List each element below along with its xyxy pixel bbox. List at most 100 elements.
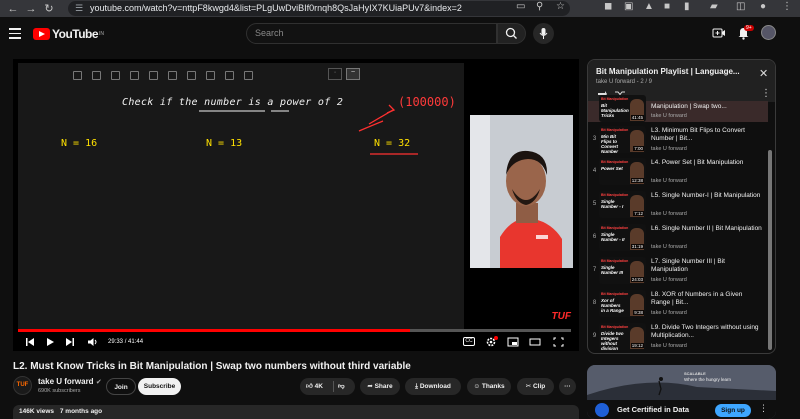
playlist-item-title: L3. Minimum Bit Flips to Convert Number … [651, 127, 745, 142]
playlist-thumbnail: Bit Manipulation Single Number - I 7:12 [599, 191, 646, 218]
zoom-icon[interactable]: ⚲ [536, 1, 543, 12]
video-player[interactable]: · ~ Check if the number is a power of 2 … [13, 59, 579, 351]
playlist-item[interactable]: 5 Bit Manipulation Single Number - I 7:1… [588, 189, 768, 222]
thumb-duration: 7:00 [633, 146, 644, 151]
thumb-caption: Single Number - II [601, 232, 625, 242]
board-heading: Check if the number is a power of 2 [122, 97, 344, 108]
player-controls: 29:33 / 41:44 CC [13, 335, 579, 351]
profile-avatar-icon[interactable]: ● [760, 1, 766, 12]
sidepanel-icon[interactable]: ◫ [736, 1, 745, 12]
playlist-item-channel: take U forward [651, 343, 687, 349]
tuf-watermark: TUF [551, 311, 571, 322]
image-insert-icon [187, 71, 196, 80]
thanks-icon: ☺ [473, 383, 481, 390]
playlist-item[interactable]: 7 Bit Manipulation Single Number III 24:… [588, 255, 768, 288]
install-app-icon[interactable]: ▭ [516, 1, 525, 12]
playlist-panel: Bit Manipulation Playlist | Language... … [587, 59, 776, 354]
playlist-item[interactable]: 4 Bit Manipulation Power Set 12:38 L4. P… [588, 156, 768, 189]
playlist-title[interactable]: Bit Manipulation Playlist | Language... [596, 67, 752, 76]
captions-icon[interactable]: CC [463, 337, 475, 346]
playlist-more-icon[interactable]: ⋮ [761, 88, 771, 99]
search-icon [505, 27, 517, 39]
download-label: Download [419, 383, 451, 390]
more-actions-button[interactable]: ··· [559, 378, 576, 395]
thumb-tag: Bit Manipulation [601, 97, 629, 101]
thumb-tag: Bit Manipulation [601, 259, 629, 263]
playlist-item-title: L9. Divide Two Integers without using Mu… [651, 324, 759, 339]
thumb-tag: Bit Manipulation [601, 160, 629, 164]
browser-menu-icon[interactable]: ⋮ [782, 1, 792, 12]
thumb-caption: Single Number III [601, 265, 624, 275]
channel-name-text: take U forward [38, 377, 94, 386]
like-dislike-group: 👍︎ 4K 👎︎ [300, 378, 355, 395]
playlist-item[interactable]: 3 Bit Manipulation Min Bit Flips to Conv… [588, 124, 768, 157]
thumb-duration: 24:03 [630, 277, 644, 282]
extension-icon-3[interactable]: ▲ [644, 1, 654, 12]
subscribe-button[interactable]: Subscribe [138, 378, 181, 395]
thanks-button[interactable]: ☺ Thanks [467, 378, 511, 395]
account-avatar[interactable] [761, 25, 776, 40]
playlist-item-channel: take U forward [651, 244, 687, 250]
like-button[interactable]: 👍︎ 4K [306, 378, 323, 395]
youtube-header: YouTube IN Search 9+ [0, 17, 800, 55]
extensions-puzzle-icon[interactable]: ▰ [710, 1, 718, 12]
download-icon: ⤓ [415, 383, 418, 390]
bookmark-star-icon[interactable]: ☆ [556, 1, 565, 12]
share-button[interactable]: ➦ Share [360, 378, 400, 395]
playlist-item[interactable]: 6 Bit Manipulation Single Number - II 31… [588, 222, 768, 255]
playlist-item-channel: take U forward [651, 113, 687, 119]
search-button[interactable] [497, 23, 526, 44]
dislike-button[interactable]: 👎︎ [338, 378, 345, 395]
next-icon[interactable] [65, 337, 75, 347]
close-icon[interactable]: ✕ [759, 67, 768, 80]
address-bar[interactable]: ☰ youtube.com/watch?v=nttpF8kwgd4&list=P… [68, 1, 570, 16]
forward-icon[interactable]: → [22, 3, 40, 15]
ad-more-icon[interactable]: ⋮ [759, 403, 768, 414]
site-info-icon[interactable]: ☰ [75, 1, 83, 16]
previous-icon[interactable] [25, 337, 35, 347]
playlist-scrollbar[interactable] [768, 150, 772, 350]
playlist-item-current[interactable]: Bit Manipulation Bit Manipulation Tricks… [588, 95, 768, 122]
clip-button[interactable]: ✂ Clip [517, 378, 554, 395]
progress-bar[interactable] [18, 329, 571, 332]
playlist-thumbnail: Bit Manipulation Xor of Numbers in a Ran… [599, 290, 646, 317]
ad-signup-button[interactable]: Sign up [715, 404, 751, 417]
playlist-item[interactable]: 8 Bit Manipulation Xor of Numbers in a R… [588, 288, 768, 321]
playlist-item-channel: take U forward [651, 277, 687, 283]
subscriber-count: 690K subscribers [38, 388, 81, 394]
extension-fox-icon[interactable]: ■ [664, 1, 670, 12]
extension-icon-4[interactable]: ▮ [684, 1, 690, 12]
download-button[interactable]: ⤓ Download [405, 378, 461, 395]
ad-headline: Get Certified in Data [617, 405, 690, 414]
playlist-item-index: 9 [592, 333, 597, 339]
menu-icon[interactable] [9, 28, 21, 39]
hd-badge [494, 336, 498, 340]
thumb-duration: 19:12 [630, 343, 644, 348]
voice-search-button[interactable] [533, 23, 554, 44]
youtube-logo[interactable]: YouTube IN [33, 27, 104, 41]
thumb-caption: Min Bit Flips to Convert Number [601, 134, 619, 153]
description-box[interactable]: 146K views 7 months ago [13, 405, 579, 419]
volume-icon[interactable] [87, 337, 99, 347]
thumbs-up-icon: 👍︎ [306, 383, 313, 390]
join-button[interactable]: Join [106, 378, 136, 395]
play-icon[interactable] [45, 337, 55, 347]
presenter-figure [470, 115, 573, 268]
extension-icon[interactable]: ◼ [604, 1, 612, 12]
sponsored-ad[interactable]: SCALABLE Where the hungry learn Get Cert… [587, 365, 776, 419]
eraser-tool-icon [111, 71, 120, 80]
theater-mode-icon[interactable] [529, 337, 541, 347]
video-title: L2. Must Know Tricks in Bit Manipulation… [13, 361, 411, 372]
playlist-item-index: 4 [592, 168, 597, 174]
reload-icon[interactable]: ↻ [40, 2, 58, 15]
playlist-item[interactable]: 9 Bit Manipulation Divide two Integers w… [588, 321, 768, 353]
channel-avatar[interactable]: TUF [13, 376, 32, 395]
miniplayer-icon[interactable] [507, 337, 519, 347]
channel-name[interactable]: take U forward ✔ [38, 377, 102, 386]
search-input[interactable]: Search [246, 23, 497, 44]
playlist-item-index: 3 [592, 136, 597, 142]
extension-icon-2[interactable]: ▣ [624, 1, 633, 12]
back-icon[interactable]: ← [4, 3, 22, 15]
fullscreen-icon[interactable] [553, 337, 564, 347]
create-icon[interactable] [712, 27, 726, 39]
